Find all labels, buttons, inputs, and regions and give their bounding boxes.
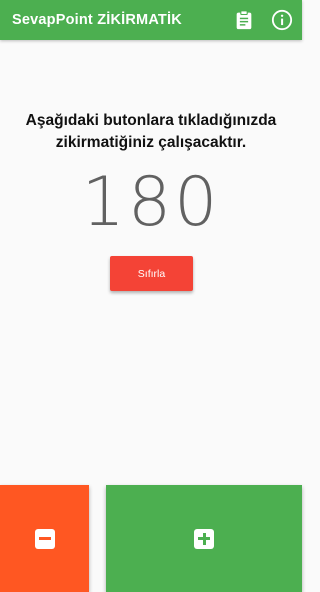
minus-icon [34, 528, 55, 549]
instruction-text: Aşağıdaki butonlara tıkladığınızda zikir… [25, 112, 277, 151]
app-bar-actions [232, 6, 294, 34]
counter-display: 180 [81, 163, 221, 242]
app-title: SevapPoint ZİKİRMATİK [12, 12, 182, 28]
increment-button[interactable] [106, 485, 302, 592]
decrement-button[interactable] [0, 485, 89, 592]
reset-button[interactable]: Sıfırla [110, 256, 193, 291]
info-icon[interactable] [270, 8, 294, 32]
plus-icon [194, 528, 214, 549]
clipboard-icon[interactable] [232, 8, 256, 32]
app-bar: SevapPoint ZİKİRMATİK [0, 0, 302, 40]
